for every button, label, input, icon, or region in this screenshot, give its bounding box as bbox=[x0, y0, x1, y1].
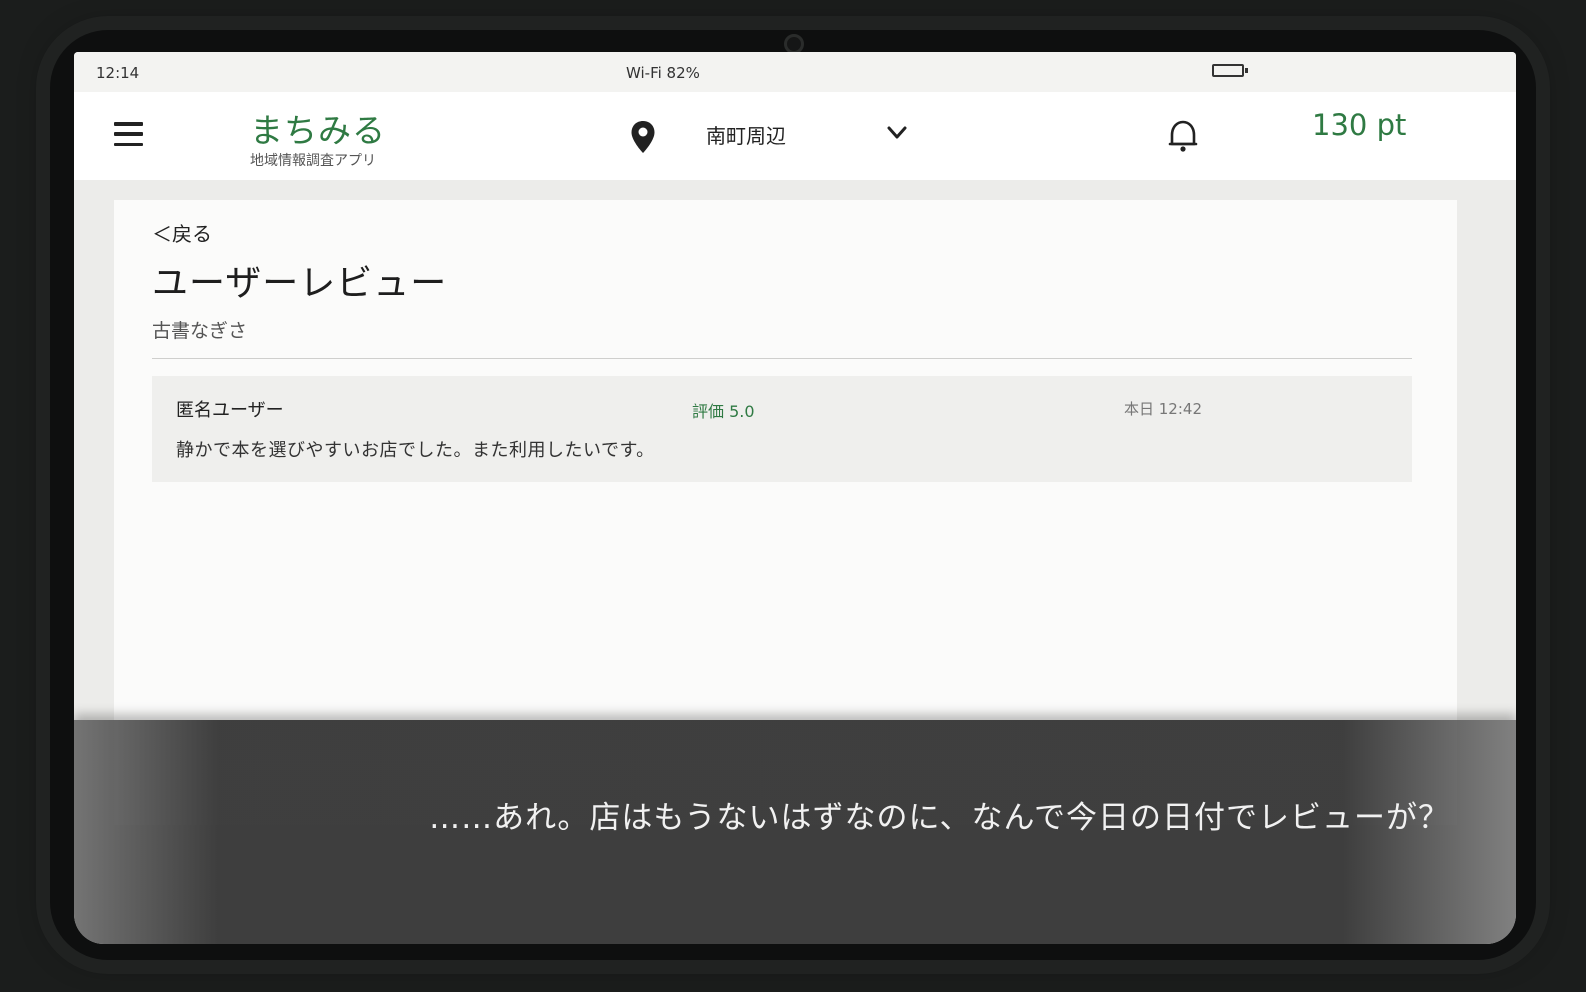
location-select[interactable]: 南町周辺 bbox=[694, 112, 914, 156]
chevron-down-icon bbox=[887, 126, 907, 139]
subtitle-text: ……あれ。店はもうないはずなのに、なんで今日の日付でレビューが？ bbox=[429, 800, 1450, 836]
back-button[interactable]: ＜戻る bbox=[152, 218, 212, 247]
page-title: ユーザーレビュー bbox=[152, 263, 448, 304]
app-header: まちみる 地域情報調査アプリ 南町周辺 130 pt bbox=[74, 92, 1516, 180]
location-label: 南町周辺 bbox=[706, 123, 786, 148]
wifi-status: Wi-Fi 82% bbox=[626, 64, 700, 82]
review-rating: 評価 5.0 bbox=[692, 402, 755, 421]
points-balance: 130 pt bbox=[1312, 108, 1407, 142]
review-date: 本日 12:42 bbox=[1124, 400, 1202, 418]
review-author: 匿名ユーザー bbox=[176, 400, 284, 421]
battery-icon bbox=[1212, 64, 1248, 77]
location-pin-icon bbox=[631, 121, 655, 153]
review-text: 静かで本を選びやすいお店でした。また利用したいです。 bbox=[176, 440, 655, 461]
app-subtitle: 地域情報調査アプリ bbox=[250, 153, 376, 169]
tablet-screen: 12:14 Wi-Fi 82% まちみる 地域情報調査アプリ 南町周辺 130 … bbox=[74, 52, 1516, 944]
shop-name: 古書なぎさ bbox=[152, 320, 248, 342]
app-name: まちみる bbox=[250, 111, 386, 150]
divider bbox=[152, 358, 1412, 359]
status-time: 12:14 bbox=[96, 64, 140, 82]
notification-bell-icon[interactable] bbox=[1168, 118, 1198, 154]
review-item: 匿名ユーザー 評価 5.0 本日 12:42 静かで本を選びやすいお店でした。ま… bbox=[152, 376, 1412, 482]
camera-icon bbox=[784, 34, 804, 54]
subtitle-overlay: ……あれ。店はもうないはずなのに、なんで今日の日付でレビューが？ bbox=[74, 720, 1516, 944]
status-bar: 12:14 Wi-Fi 82% bbox=[74, 52, 1516, 92]
hamburger-menu-icon[interactable] bbox=[114, 122, 143, 146]
